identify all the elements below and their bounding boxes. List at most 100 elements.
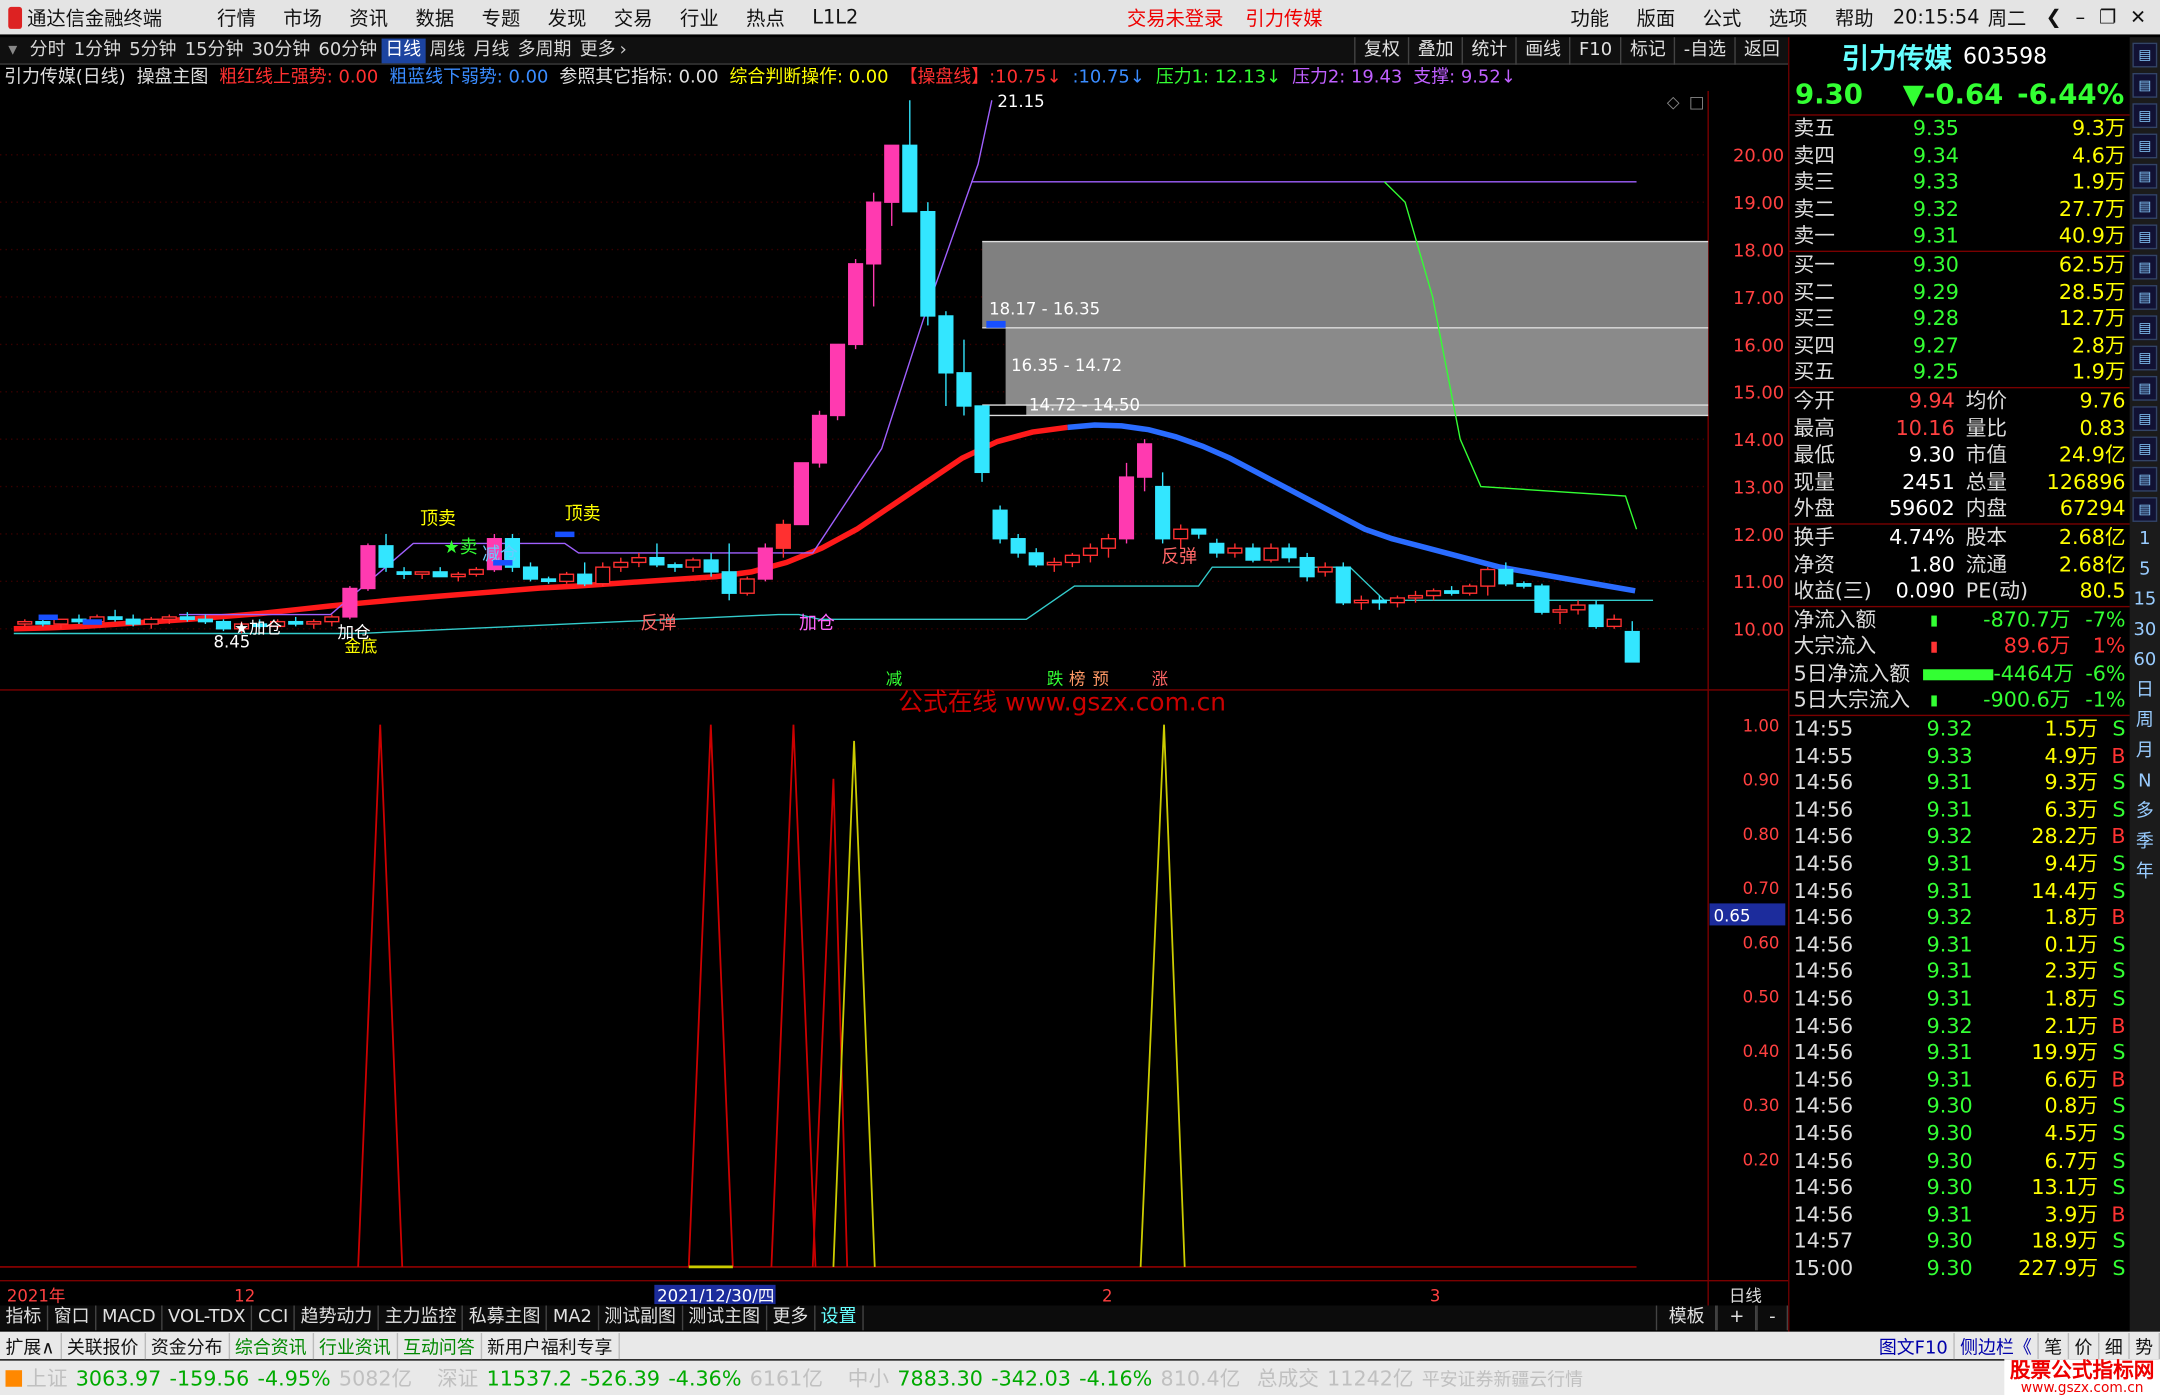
tick-list[interactable]: 14:55 9.32 1.5万 S 14:55 9.33 4.9万 B 14:56 9.31 9.3… xyxy=(1789,716,2129,1283)
menu-item-shuju[interactable]: 数据 xyxy=(402,3,468,31)
indicator-tab[interactable]: 设置 xyxy=(815,1305,864,1331)
menu-item-zhuanti[interactable]: 专题 xyxy=(468,3,534,31)
period-more[interactable]: 更多 xyxy=(576,38,620,63)
tool-fanhui[interactable]: 返回 xyxy=(1734,37,1788,65)
candle[interactable] xyxy=(920,202,936,326)
indicator-tab[interactable]: CCI xyxy=(252,1305,296,1331)
menu-item-jiaoyi[interactable]: 交易 xyxy=(600,3,666,31)
candle[interactable] xyxy=(360,543,376,591)
side-period-tab[interactable]: 月 xyxy=(2132,740,2157,765)
candle[interactable] xyxy=(829,343,846,421)
side-period-tab[interactable]: 周 xyxy=(2132,709,2157,734)
collapse-icon[interactable]: ▾ xyxy=(0,40,26,61)
indicator-tab[interactable]: 测试主图 xyxy=(683,1305,767,1331)
period-fenshi[interactable]: 分时 xyxy=(26,38,70,63)
side-period-tab[interactable]: N xyxy=(2132,770,2157,795)
square-icon[interactable]: □ xyxy=(1689,92,1705,111)
indicator-tab[interactable]: MA2 xyxy=(547,1305,599,1331)
side-period-tab[interactable]: 5 xyxy=(2132,558,2157,583)
indicator-tab[interactable]: 趋势动力 xyxy=(295,1305,380,1331)
menu-item-bangzhu[interactable]: 帮助 xyxy=(1821,3,1887,31)
menu-item-hangye[interactable]: 行业 xyxy=(666,3,732,31)
candle[interactable] xyxy=(992,505,1008,544)
period-weekly[interactable]: 周线 xyxy=(425,38,469,63)
indicator-tab[interactable]: MACD xyxy=(96,1305,163,1331)
zx-name[interactable]: 中小 xyxy=(844,1363,894,1392)
kline-svg[interactable]: 0.65 20.00 19.00 18.00 17.00 16.00 15.00 14.00… xyxy=(0,90,1789,1306)
close-icon[interactable]: ✕ xyxy=(2130,6,2160,28)
menu-item-xuanxiang[interactable]: 选项 xyxy=(1755,3,1821,31)
indicator-tab[interactable]: VOL-TDX xyxy=(163,1305,253,1331)
panel-toggle[interactable]: 笔 xyxy=(2039,1332,2070,1359)
side-tool-icon[interactable]: ▤ xyxy=(2132,466,2158,492)
tool-biaoji[interactable]: 标记 xyxy=(1620,37,1674,65)
side-period-tab[interactable]: 1 xyxy=(2132,527,2157,552)
menu-item-faxian[interactable]: 发现 xyxy=(534,3,600,31)
side-tool-icon[interactable]: ▤ xyxy=(2132,315,2158,341)
indicator-tab[interactable]: 指标 xyxy=(0,1305,49,1331)
side-tool-icon[interactable]: ▤ xyxy=(2132,103,2158,129)
side-tool-icon[interactable]: ▤ xyxy=(2132,254,2158,280)
period-60min[interactable]: 60分钟 xyxy=(314,38,381,63)
indicator-tab[interactable]: 测试副图 xyxy=(599,1305,683,1331)
period-15min[interactable]: 15分钟 xyxy=(181,38,248,63)
candle[interactable] xyxy=(848,259,864,350)
side-tool-icon[interactable]: ▤ xyxy=(2132,406,2158,432)
extension-tab[interactable]: 互动问答 xyxy=(398,1332,482,1359)
extension-tab[interactable]: 行业资讯 xyxy=(313,1332,398,1359)
candle[interactable] xyxy=(1534,583,1550,615)
tool-huaxian[interactable]: 画线 xyxy=(1515,37,1570,65)
candle[interactable] xyxy=(811,410,828,468)
side-tool-icon[interactable]: ▤ xyxy=(2132,436,2158,462)
side-tool-icon[interactable]: ▤ xyxy=(2132,224,2158,250)
side-tool-icon[interactable]: ▤ xyxy=(2132,375,2158,401)
tool-diejia[interactable]: 叠加 xyxy=(1408,37,1462,65)
candle[interactable] xyxy=(215,619,232,632)
menu-item-zixun[interactable]: 资讯 xyxy=(336,3,402,31)
candle[interactable] xyxy=(757,543,773,582)
indicator-tab[interactable]: 主力监控 xyxy=(379,1305,464,1331)
side-period-tab[interactable]: 多 xyxy=(2132,800,2157,825)
extension-tab[interactable]: 新用户福利专享 xyxy=(482,1332,620,1359)
side-tool-icon[interactable]: ▤ xyxy=(2132,133,2158,159)
indicator-tab[interactable]: 私募主图 xyxy=(463,1305,548,1331)
panel-toggle[interactable]: 势 xyxy=(2130,1332,2160,1359)
template-control[interactable]: 模板 xyxy=(1656,1305,1717,1331)
side-tool-icon[interactable]: ▤ xyxy=(2132,163,2158,189)
period-daily[interactable]: 日线 xyxy=(381,37,426,63)
side-period-tab[interactable]: 年 xyxy=(2132,861,2157,886)
side-tool-icon[interactable]: ▤ xyxy=(2132,497,2158,522)
period-30min[interactable]: 30分钟 xyxy=(247,38,314,63)
sz-name[interactable]: 深证 xyxy=(433,1363,483,1392)
menu-item-redian[interactable]: 热点 xyxy=(732,3,798,31)
tool-fuquan[interactable]: 复权 xyxy=(1354,37,1408,65)
sh-name[interactable]: 上证 xyxy=(22,1363,72,1392)
candle[interactable] xyxy=(1462,583,1478,596)
period-multi[interactable]: 多周期 xyxy=(514,38,576,63)
indicator-tab[interactable]: 更多 xyxy=(767,1305,816,1331)
candle[interactable] xyxy=(559,571,575,584)
indicator-tab[interactable]: 窗口 xyxy=(48,1305,97,1331)
panel-toggle[interactable]: 图文F10 xyxy=(1873,1332,1955,1359)
side-tool-icon[interactable]: ▤ xyxy=(2132,42,2158,68)
period-1min[interactable]: 1分钟 xyxy=(70,38,125,63)
login-status[interactable]: 交易未登录 xyxy=(1127,3,1223,31)
extension-tab[interactable]: 扩展∧ xyxy=(0,1332,62,1359)
kline-chart-area[interactable]: 0.65 20.00 19.00 18.00 17.00 16.00 15.00 14.00… xyxy=(0,90,1789,1311)
menu-item-hangqing[interactable]: 行情 xyxy=(203,3,269,31)
panel-toggle[interactable]: 侧边栏《 xyxy=(1955,1332,2039,1359)
period-5min[interactable]: 5分钟 xyxy=(125,38,180,63)
side-period-tab[interactable]: 日 xyxy=(2132,679,2157,704)
menu-item-gongneng[interactable]: 功能 xyxy=(1557,3,1623,31)
panel-toggle[interactable]: 价 xyxy=(2069,1332,2100,1359)
extension-tab[interactable]: 综合资讯 xyxy=(229,1332,314,1359)
menu-item-l1l2[interactable]: L1L2 xyxy=(799,6,873,28)
candle[interactable] xyxy=(1299,552,1315,582)
side-period-tab[interactable]: 季 xyxy=(2132,830,2157,855)
template-control[interactable]: - xyxy=(1756,1305,1789,1331)
tool-zixuan[interactable]: -自选 xyxy=(1674,37,1734,65)
extension-tab[interactable]: 资金分布 xyxy=(145,1332,230,1359)
back-icon[interactable]: ❮ xyxy=(2046,6,2076,28)
diamond-icon[interactable]: ◇ xyxy=(1667,92,1680,111)
side-tool-icon[interactable]: ▤ xyxy=(2132,72,2158,98)
